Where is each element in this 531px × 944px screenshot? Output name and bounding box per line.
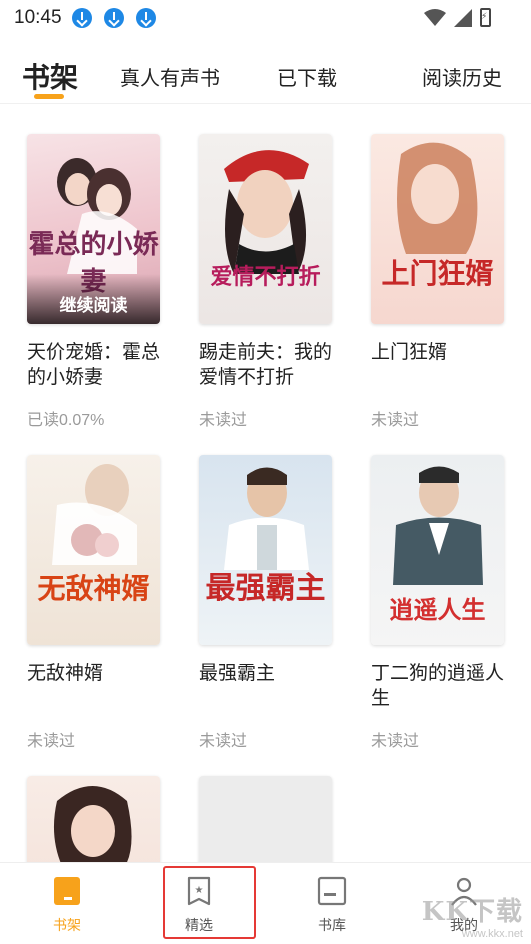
watermark-logo: KK下载 bbox=[421, 897, 523, 927]
book-progress: 已读0.07% bbox=[27, 412, 105, 429]
tab-audiobooks[interactable]: 真人有声书 bbox=[120, 62, 220, 91]
book-card[interactable]: 爱情不打折 踢走前夫：我的爱情不打折 未读过 bbox=[199, 134, 332, 430]
library-icon bbox=[317, 876, 347, 906]
cover-title-text: 逍遥人生 bbox=[389, 595, 486, 624]
featured-highlight-box bbox=[163, 866, 256, 939]
book-title[interactable]: 最强霸主 bbox=[199, 661, 332, 711]
bookshelf-icon bbox=[54, 877, 80, 905]
download-icon bbox=[135, 8, 156, 28]
nav-label: 书库 bbox=[318, 917, 346, 933]
cover-illustration bbox=[397, 142, 478, 254]
battery-charging-icon bbox=[480, 8, 491, 27]
book-title[interactable]: 上门狂婿 bbox=[371, 340, 504, 390]
book-cover[interactable]: 上门狂婿 bbox=[371, 134, 504, 324]
book-progress: 未读过 bbox=[27, 733, 76, 750]
nav-bookshelf[interactable]: 书架 bbox=[27, 875, 107, 935]
tab-downloaded[interactable]: 已下载 bbox=[277, 62, 337, 91]
book-cover[interactable]: 最强霸主 bbox=[199, 455, 332, 645]
book-card[interactable]: 最强霸主 最强霸主 未读过 bbox=[199, 455, 332, 751]
cover-title-text: 爱情不打折 bbox=[210, 264, 321, 290]
tab-reading-history[interactable]: 阅读历史 bbox=[422, 62, 502, 91]
nav-label: 书架 bbox=[53, 917, 81, 933]
book-card[interactable]: 无敌神婿 无敌神婿 未读过 bbox=[27, 455, 160, 751]
cover-title-text: 上门狂婿 bbox=[381, 257, 494, 290]
status-icons bbox=[424, 8, 491, 27]
signal-icon bbox=[454, 8, 472, 27]
cover-title-text: 最强霸主 bbox=[205, 571, 326, 606]
continue-reading-label[interactable]: 继续阅读 bbox=[27, 274, 160, 324]
tab-bookshelf[interactable]: 书架 bbox=[22, 56, 78, 96]
book-title[interactable]: 踢走前夫：我的爱情不打折 bbox=[199, 340, 332, 390]
book-card[interactable]: 霍总的小娇妻 继续阅读 天价宠婚：霍总的小娇妻 已读0.07% bbox=[27, 134, 160, 430]
book-title[interactable]: 丁二狗的逍遥人生 bbox=[371, 661, 504, 711]
active-tab-indicator bbox=[34, 94, 64, 99]
book-progress: 未读过 bbox=[371, 733, 420, 750]
cover-illustration bbox=[224, 467, 309, 570]
book-cover[interactable]: 逍遥人生 bbox=[371, 455, 504, 645]
nav-library[interactable]: 书库 bbox=[292, 875, 372, 935]
book-progress: 未读过 bbox=[199, 733, 248, 750]
download-icon bbox=[71, 8, 92, 28]
book-card[interactable]: 上门狂婿 上门狂婿 未读过 bbox=[371, 134, 504, 430]
book-progress: 未读过 bbox=[199, 412, 248, 429]
cover-illustration bbox=[224, 150, 309, 274]
book-card[interactable]: 逍遥人生 丁二狗的逍遥人生 未读过 bbox=[371, 455, 504, 751]
book-cover[interactable]: 爱情不打折 bbox=[199, 134, 332, 324]
status-bar: 10:45 bbox=[0, 0, 531, 36]
book-title[interactable]: 天价宠婚：霍总的小娇妻 bbox=[27, 340, 160, 390]
status-time: 10:45 bbox=[14, 7, 62, 28]
watermark: KK下载 www.kkx.net bbox=[422, 891, 523, 940]
cover-illustration bbox=[52, 464, 137, 565]
book-progress: 未读过 bbox=[371, 412, 420, 429]
cover-title-text: 无敌神婿 bbox=[37, 572, 150, 605]
book-cover[interactable]: 霍总的小娇妻 继续阅读 bbox=[27, 134, 160, 324]
book-title[interactable]: 无敌神婿 bbox=[27, 661, 160, 711]
book-cover[interactable]: 无敌神婿 bbox=[27, 455, 160, 645]
shelf-tab-bar: 书架 真人有声书 已下载 阅读历史 bbox=[0, 48, 531, 104]
wifi-icon bbox=[424, 8, 446, 26]
download-icon bbox=[103, 8, 124, 28]
watermark-url: www.kkx.net bbox=[461, 928, 523, 940]
